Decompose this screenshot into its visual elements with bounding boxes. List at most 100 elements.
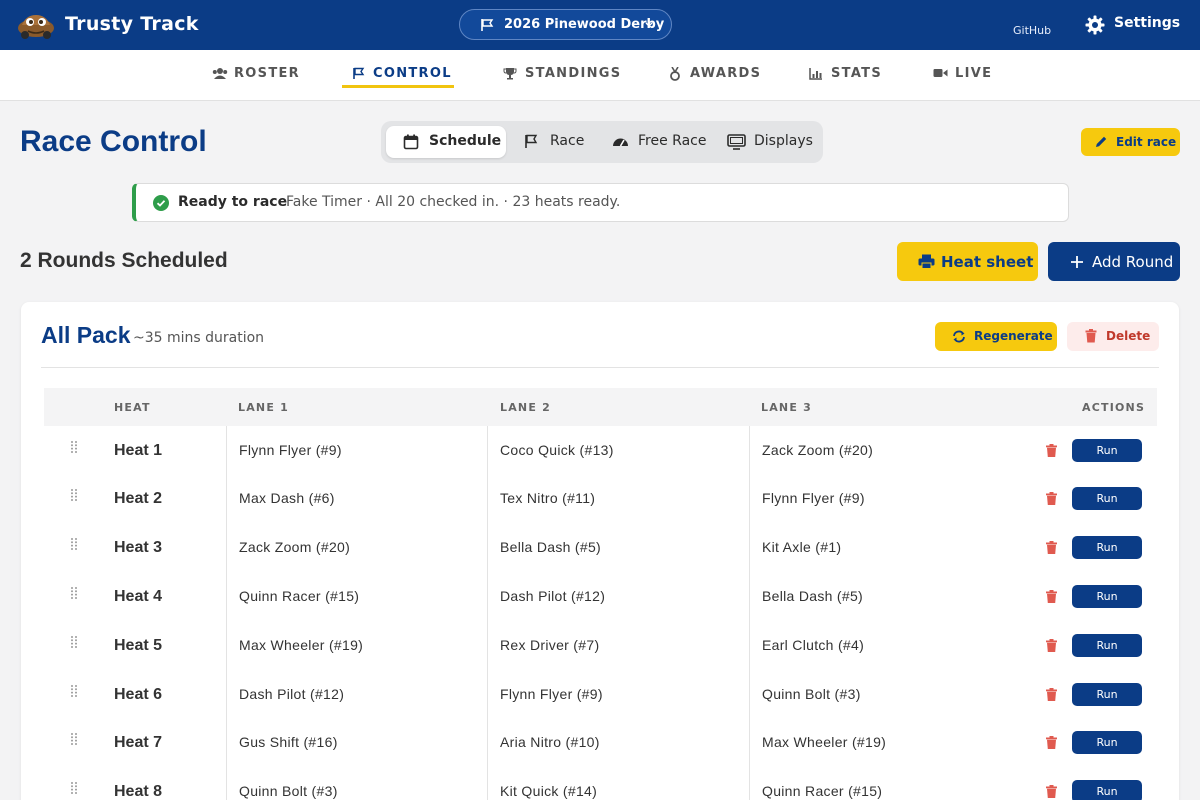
active-tab-indicator [342, 85, 454, 88]
trash-icon [1085, 329, 1097, 343]
drag-handle-icon[interactable] [70, 781, 78, 795]
table-row[interactable]: Heat 3 Zack Zoom (#20) Bella Dash (#5) K… [44, 523, 1157, 572]
trash-icon[interactable] [1046, 736, 1057, 749]
heat-sheet-label: Heat sheet [941, 253, 1034, 271]
lane-3-racer: Kit Axle (#1) [762, 539, 842, 555]
calendar-icon [403, 134, 419, 150]
heat-label: Heat 7 [114, 734, 163, 751]
drag-handle-icon[interactable] [70, 732, 78, 746]
lane-2-racer: Rex Driver (#7) [500, 637, 600, 653]
add-round-button[interactable]: Add Round [1048, 242, 1180, 281]
lane-2-racer: Dash Pilot (#12) [500, 588, 606, 604]
medal-icon [670, 67, 680, 81]
run-heat-button[interactable]: Run [1072, 780, 1142, 800]
table-row[interactable]: Heat 8 Quinn Bolt (#3) Kit Quick (#14) Q… [44, 767, 1157, 800]
round-card: All Pack ~35 mins duration Regenerate De… [21, 302, 1179, 800]
lane-3-racer: Bella Dash (#5) [762, 588, 863, 604]
bar-chart-icon [809, 68, 822, 80]
app-name[interactable]: Trusty Track [65, 13, 199, 35]
trash-icon[interactable] [1046, 492, 1057, 505]
car-logo-icon[interactable] [16, 9, 56, 41]
drag-handle-icon[interactable] [70, 586, 78, 600]
column-header-actions: ACTIONS [1082, 401, 1146, 414]
regenerate-label: Regenerate [974, 329, 1053, 343]
nav-label: AWARDS [690, 66, 762, 81]
event-selector[interactable]: 2026 Pinewood Derby [459, 9, 672, 40]
lane-1-racer: Dash Pilot (#12) [239, 686, 345, 702]
delete-label: Delete [1106, 329, 1151, 343]
run-heat-button[interactable]: Run [1072, 731, 1142, 754]
video-icon [933, 69, 948, 77]
table-row[interactable]: Heat 6 Dash Pilot (#12) Flynn Flyer (#9)… [44, 670, 1157, 719]
lane-2-racer: Kit Quick (#14) [500, 783, 598, 799]
run-heat-button[interactable]: Run [1072, 439, 1142, 462]
refresh-icon [953, 330, 965, 343]
lane-3-racer: Quinn Racer (#15) [762, 783, 883, 799]
run-heat-button[interactable]: Run [1072, 683, 1142, 706]
tab-displays[interactable]: Displays [717, 126, 821, 158]
trash-icon[interactable] [1046, 785, 1057, 798]
edit-race-button[interactable]: Edit race [1081, 128, 1180, 156]
tab-schedule[interactable]: Schedule [386, 126, 506, 158]
heat-label: Heat 8 [114, 783, 163, 800]
table-row[interactable]: Heat 4 Quinn Racer (#15) Dash Pilot (#12… [44, 572, 1157, 621]
tab-free-race[interactable]: Free Race [597, 126, 715, 158]
check-circle-icon [153, 195, 169, 211]
heats-table-header: HEAT LANE 1 LANE 2 LANE 3 ACTIONS [44, 388, 1157, 426]
monitor-icon [727, 134, 746, 150]
column-header-lane-2: LANE 2 [500, 401, 551, 414]
tab-label: Displays [754, 133, 813, 149]
heat-label: Heat 2 [114, 490, 163, 507]
run-heat-button[interactable]: Run [1072, 536, 1142, 559]
run-heat-button[interactable]: Run [1072, 634, 1142, 657]
drag-handle-icon[interactable] [70, 684, 78, 698]
trash-icon[interactable] [1046, 639, 1057, 652]
heat-sheet-button[interactable]: Heat sheet [897, 242, 1038, 281]
lane-2-racer: Tex Nitro (#11) [500, 490, 596, 506]
settings-label: Settings [1114, 15, 1181, 31]
status-alert: Ready to race Fake Timer · All 20 checke… [132, 183, 1069, 222]
run-heat-button[interactable]: Run [1072, 487, 1142, 510]
lane-2-racer: Aria Nitro (#10) [500, 734, 600, 750]
drag-handle-icon[interactable] [70, 440, 78, 454]
trash-icon[interactable] [1046, 590, 1057, 603]
drag-handle-icon[interactable] [70, 635, 78, 649]
drag-handle-icon[interactable] [70, 537, 78, 551]
column-header-lane-3: LANE 3 [761, 401, 812, 414]
table-row[interactable]: Heat 7 Gus Shift (#16) Aria Nitro (#10) … [44, 718, 1157, 767]
heat-label: Heat 4 [114, 588, 163, 605]
users-icon [212, 68, 228, 79]
edit-race-label: Edit race [1116, 135, 1177, 149]
heat-label: Heat 6 [114, 686, 163, 703]
heat-label: Heat 1 [114, 442, 163, 459]
table-row[interactable]: Heat 5 Max Wheeler (#19) Rex Driver (#7)… [44, 621, 1157, 670]
round-duration: ~35 mins duration [133, 330, 265, 346]
regenerate-button[interactable]: Regenerate [935, 322, 1057, 351]
trash-icon[interactable] [1046, 688, 1057, 701]
lane-1-racer: Max Dash (#6) [239, 490, 335, 506]
lane-3-racer: Zack Zoom (#20) [762, 442, 874, 458]
trash-icon[interactable] [1046, 444, 1057, 457]
flag-icon [525, 134, 538, 148]
plus-icon [1071, 256, 1083, 268]
nav-label: LIVE [955, 66, 993, 81]
lane-2-racer: Flynn Flyer (#9) [500, 686, 603, 702]
delete-round-button[interactable]: Delete [1067, 322, 1159, 351]
tab-label: Free Race [638, 133, 707, 149]
tab-race[interactable]: Race [509, 126, 595, 158]
nav-label: CONTROL [373, 66, 452, 81]
run-heat-button[interactable]: Run [1072, 585, 1142, 608]
lane-3-racer: Max Wheeler (#19) [762, 734, 887, 750]
trash-icon[interactable] [1046, 541, 1057, 554]
lane-2-racer: Bella Dash (#5) [500, 539, 601, 555]
github-link[interactable]: GitHub [1013, 24, 1051, 37]
gauge-icon [613, 138, 628, 147]
table-row[interactable]: Heat 1 Flynn Flyer (#9) Coco Quick (#13)… [44, 426, 1157, 475]
drag-handle-icon[interactable] [70, 488, 78, 502]
table-row[interactable]: Heat 2 Max Dash (#6) Tex Nitro (#11) Fly… [44, 474, 1157, 523]
printer-icon [918, 254, 935, 269]
nav-label: ROSTER [234, 66, 300, 81]
gear-icon [1085, 15, 1105, 35]
column-header-heat: HEAT [114, 401, 151, 414]
race-control-tabs: Schedule Race Free Race Displays [381, 121, 823, 163]
